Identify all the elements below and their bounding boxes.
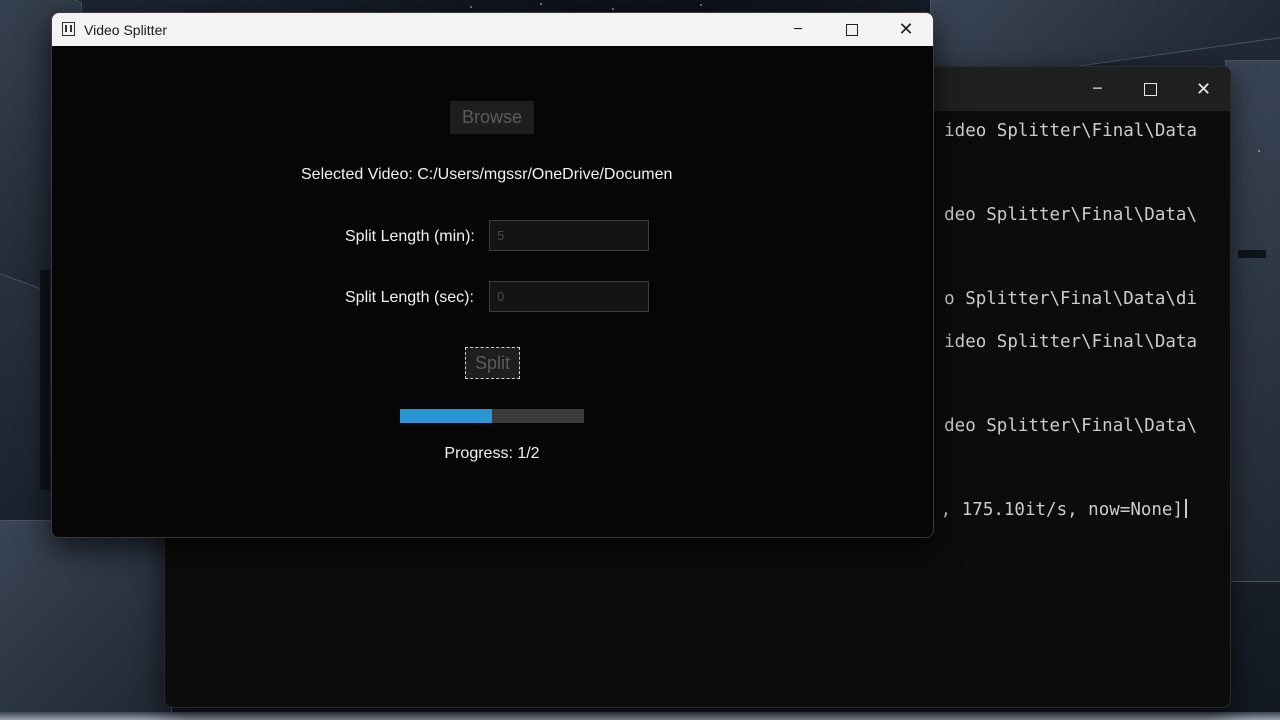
wallpaper-star — [700, 4, 702, 6]
wallpaper-star — [470, 6, 472, 8]
wallpaper-star — [540, 3, 542, 5]
terminal-maximize-button[interactable] — [1124, 67, 1177, 111]
maximize-button[interactable] — [825, 13, 879, 46]
terminal-progress-output: , 175.10it/s, now=None] — [940, 500, 1183, 520]
close-button[interactable]: ✕ — [879, 13, 933, 46]
film-icon — [62, 22, 75, 36]
split-length-sec-input[interactable] — [489, 281, 649, 312]
text-cursor — [1185, 499, 1187, 518]
selected-video-path: Selected Video: C:/Users/mgssr/OneDrive/… — [301, 166, 673, 183]
maximize-icon — [1144, 82, 1157, 96]
wallpaper-panel — [0, 520, 172, 720]
close-icon: ✕ — [1195, 78, 1212, 100]
split-button[interactable]: Split — [465, 347, 520, 379]
minimize-icon: ─ — [794, 22, 802, 37]
terminal-minimize-button[interactable]: ─ — [1071, 67, 1124, 111]
desktop-bottom-edge — [0, 712, 1280, 720]
progress-bar-fill — [400, 409, 492, 423]
wallpaper-panel — [1225, 60, 1280, 582]
terminal-close-button[interactable]: ✕ — [1177, 67, 1230, 111]
wallpaper-stripe — [40, 270, 50, 490]
window-title: Video Splitter — [84, 22, 168, 38]
video-splitter-window[interactable]: Video Splitter ─ ✕ Browse Selected Video… — [51, 12, 934, 538]
wallpaper-stripe — [1238, 250, 1266, 258]
maximize-icon — [846, 23, 858, 36]
progress-bar — [400, 409, 584, 423]
progress-label: Progress: 1/2 — [444, 445, 540, 462]
split-length-min-input[interactable] — [489, 220, 649, 251]
split-length-min-label: Split Length (min): — [345, 228, 475, 245]
minimize-icon: ─ — [1093, 81, 1102, 97]
minimize-button[interactable]: ─ — [771, 13, 825, 46]
window-content: Browse Selected Video: C:/Users/mgssr/On… — [52, 46, 933, 537]
wallpaper-star — [1258, 150, 1260, 152]
browse-button[interactable]: Browse — [450, 101, 534, 134]
split-length-sec-label: Split Length (sec): — [345, 289, 474, 306]
wallpaper-star — [612, 8, 614, 10]
close-icon: ✕ — [898, 19, 914, 40]
window-titlebar[interactable]: Video Splitter ─ ✕ — [52, 13, 933, 46]
